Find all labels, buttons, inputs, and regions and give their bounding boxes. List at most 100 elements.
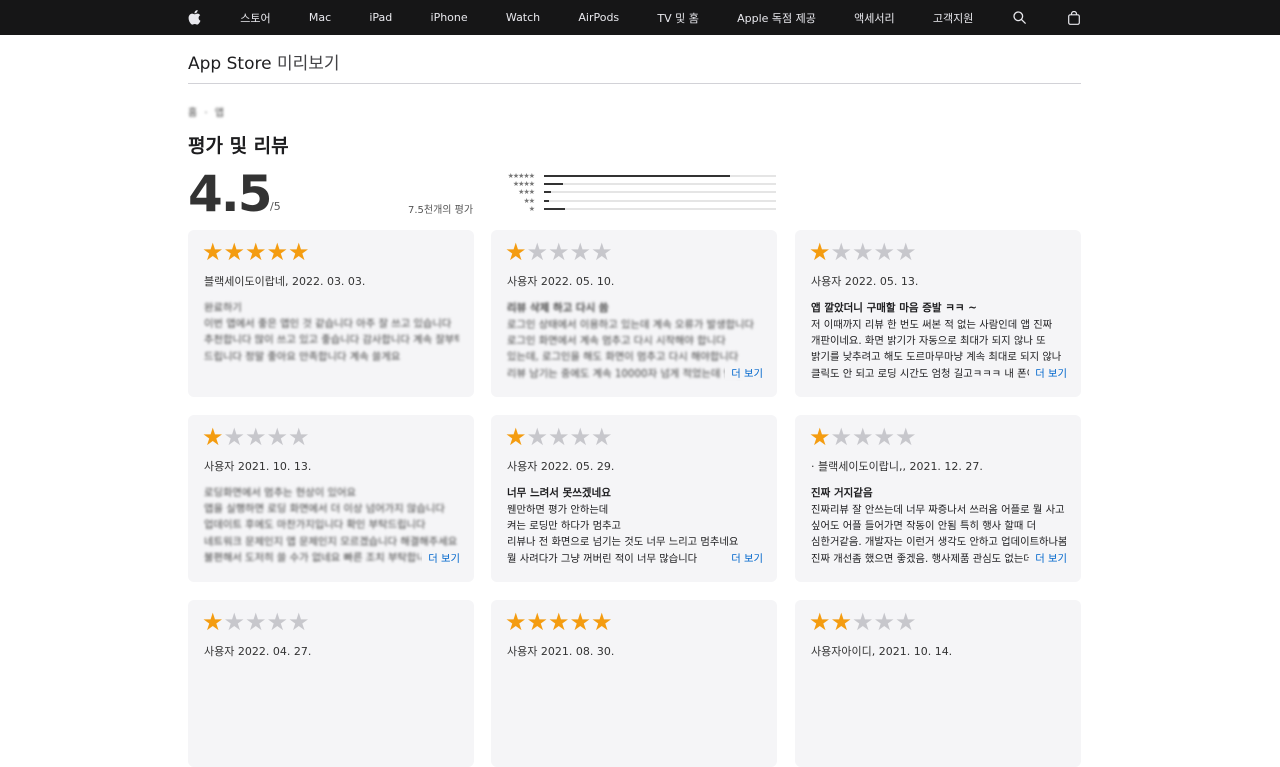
star-icon: ★ xyxy=(591,423,613,451)
review-body-line: 불편해서 도저히 쓸 수가 없네요 빠른 조치 부탁합니다 xyxy=(204,551,436,564)
histogram-track xyxy=(544,183,776,186)
review-body-line: 저 이때까지 리뷰 한 번도 써본 적 없는 사람인데 앱 진짜 xyxy=(811,319,1053,331)
search-icon[interactable] xyxy=(1012,0,1028,35)
gnav-only-on-apple[interactable]: Apple 독점 제공 xyxy=(737,10,816,26)
star-icon: ★ xyxy=(569,238,592,266)
star-icon: ★ xyxy=(526,423,549,451)
histogram-fill xyxy=(544,191,551,194)
review-star-rating: ★ ★ ★ ★ ★ xyxy=(505,425,613,449)
review-card: ★ ★ ★ ★ ★ 블랙세이도이랍네, 2022. 03. 03. 완료하기 이번 앱에서 좋… xyxy=(188,230,474,397)
histogram-fill xyxy=(544,207,565,210)
more-link[interactable]: 더 보기 xyxy=(1029,550,1067,565)
review-body-line: 리뷰 남기는 중에도 계속 10000자 넘게 적었는데 안됩니다 xyxy=(507,367,762,380)
review-body-line: 웬만하면 평가 안하는데 xyxy=(507,504,609,516)
star-icon: ★ xyxy=(202,423,224,451)
review-author-date: 사용자 2022. 05. 10. xyxy=(507,275,615,288)
review-body-line: 네트워크 문제인지 앱 문제인지 모르겠습니다 해결해주세요 xyxy=(204,535,458,548)
review-title: 진짜 거지같음 xyxy=(811,487,873,499)
star-icon: ★ xyxy=(202,608,224,636)
gnav-airpods[interactable]: AirPods xyxy=(578,11,619,24)
rating-histogram: ★★★★★ ★★★★ ★★★ ★★ ★ xyxy=(490,172,780,213)
histogram-row: ★★★ xyxy=(490,188,780,196)
gnav-ipad[interactable]: iPad xyxy=(369,11,392,24)
histogram-star-label: ★★★ xyxy=(518,188,535,197)
star-icon: ★ xyxy=(245,608,267,636)
review-body: 완료하기 이번 앱에서 좋은 앱인 것 같습니다 아주 잘 쓰고 있습니다 추천합니… xyxy=(204,300,459,380)
star-icon: ★ xyxy=(809,423,831,451)
histogram-star-label: ★★★★ xyxy=(512,180,535,189)
star-icon: ★ xyxy=(266,608,289,636)
histogram-track xyxy=(544,175,776,178)
gnav-support[interactable]: 고객지원 xyxy=(933,10,973,26)
rating-count: 7.5천개의 평가 xyxy=(408,205,474,216)
review-body-line: 싶어도 어플 들어가면 작동이 안됨 특히 행사 할때 더 xyxy=(811,520,1037,533)
apple-logo-icon[interactable] xyxy=(186,0,202,35)
review-body: 웬만하면 평가 안하는데 켜는 로딩만 하다가 멈추고 리뷰나 전 화면으로 넘기는… xyxy=(507,502,762,567)
review-star-rating: ★ ★ ★ ★ ★ xyxy=(809,610,917,634)
review-body: 저 이때까지 리뷰 한 번도 써본 적 없는 사람인데 앱 진짜개판이네요. 화… xyxy=(811,317,1066,382)
review-card: ★ ★ ★ ★ ★ 사용자 2022. 05. 13. 앱 깔았더니 구매할 마음 증발 ㅋ… xyxy=(795,230,1081,397)
review-body-line: 앱을 실행하면 로딩 화면에서 더 이상 넘어가지 않습니다 xyxy=(204,503,445,516)
histogram-row: ★ xyxy=(490,205,780,213)
review-author-date: 블랙세이도이랍네, 2022. 03. 03. xyxy=(204,275,366,288)
star-icon: ★ xyxy=(895,608,917,636)
star-icon: ★ xyxy=(505,608,527,636)
more-link[interactable]: 더 보기 xyxy=(422,550,460,565)
star-icon: ★ xyxy=(245,423,267,451)
review-title: 리뷰 삭제 하고 다시 씀 xyxy=(507,302,609,314)
review-body: 로그인 상태에서 이용하고 있는데 계속 오류가 발생합니다 로그인 화면에서 계… xyxy=(507,317,762,382)
star-icon: ★ xyxy=(223,238,246,266)
star-icon: ★ xyxy=(852,423,874,451)
star-icon: ★ xyxy=(505,238,527,266)
bag-icon[interactable] xyxy=(1066,0,1082,35)
star-icon: ★ xyxy=(202,238,224,266)
star-icon: ★ xyxy=(873,423,896,451)
gnav-mac[interactable]: Mac xyxy=(309,11,331,24)
more-link[interactable]: 더 보기 xyxy=(725,365,763,380)
review-body-line: 로딩화면에서 멈추는 현상이 있어요 xyxy=(204,487,356,499)
star-icon: ★ xyxy=(895,238,917,266)
page-title-sub: 미리보기 xyxy=(276,54,340,74)
review-card: ★ ★ ★ ★ ★ 사용자 2021. 08. 30. xyxy=(491,600,777,767)
star-icon: ★ xyxy=(288,238,310,266)
star-icon: ★ xyxy=(852,238,874,266)
review-title: 앱 깔았더니 구매할 마음 증발 ㅋㅋ ~ xyxy=(811,302,977,314)
star-icon: ★ xyxy=(591,238,613,266)
star-icon: ★ xyxy=(548,238,570,266)
review-star-rating: ★ ★ ★ ★ ★ xyxy=(809,425,917,449)
review-body-line: 업데이트 후에도 마찬가지입니다 확인 부탁드립니다 xyxy=(204,519,426,532)
review-author-date: · 블랙세이도이랍니,, 2021. 12. 27. xyxy=(811,460,983,473)
star-icon: ★ xyxy=(591,608,613,636)
local-nav: App Store 미리보기 xyxy=(188,36,1081,84)
review-body-line: 진짜 개선좀 했으면 좋겠음. 행사제품 관심도 없는데 xyxy=(811,552,1033,565)
review-author-date: 사용자 2022. 04. 27. xyxy=(204,645,312,658)
star-icon: ★ xyxy=(873,608,896,636)
review-card: ★ ★ ★ ★ ★ 사용자 2022. 04. 27. xyxy=(188,600,474,767)
breadcrumb[interactable]: 홈 · 앱 xyxy=(188,104,226,119)
gnav-accessories[interactable]: 액세서리 xyxy=(854,10,894,26)
star-icon: ★ xyxy=(505,423,527,451)
gnav-store[interactable]: 스토어 xyxy=(240,10,270,26)
more-link[interactable]: 더 보기 xyxy=(725,550,763,565)
review-body-line: 개판이네요. 화면 밝기가 자동으로 최대가 되지 않나 또 xyxy=(811,335,1046,348)
histogram-star-label: ★ xyxy=(528,204,535,213)
gnav-iphone[interactable]: iPhone xyxy=(431,11,468,24)
gnav-watch[interactable]: Watch xyxy=(506,11,540,24)
star-icon: ★ xyxy=(830,423,853,451)
star-icon: ★ xyxy=(288,608,310,636)
page-title: App Store 미리보기 xyxy=(188,49,340,74)
review-body-line: 추천합니다 많이 쓰고 있고 좋습니다 감사합니다 계속 잘부탁 xyxy=(204,334,459,347)
review-card: ★ ★ ★ ★ ★ 사용자 2022. 05. 10. 리뷰 삭제 하고 다시 씀 로그인 상… xyxy=(491,230,777,397)
star-icon: ★ xyxy=(526,238,549,266)
review-body: 로딩화면에서 멈추는 현상이 있어요앱을 실행하면 로딩 화면에서 더 이상 넘… xyxy=(204,485,459,565)
more-link[interactable]: 더 보기 xyxy=(1029,365,1067,380)
star-icon: ★ xyxy=(223,423,246,451)
gnav-tv-home[interactable]: TV 및 홈 xyxy=(657,10,698,26)
star-icon: ★ xyxy=(548,423,570,451)
histogram-fill xyxy=(544,199,549,202)
star-icon: ★ xyxy=(569,423,592,451)
histogram-star-label: ★★ xyxy=(523,196,535,205)
star-icon: ★ xyxy=(809,238,831,266)
histogram-fill xyxy=(544,175,730,178)
review-author-date: 사용자 2021. 10. 13. xyxy=(204,460,312,473)
